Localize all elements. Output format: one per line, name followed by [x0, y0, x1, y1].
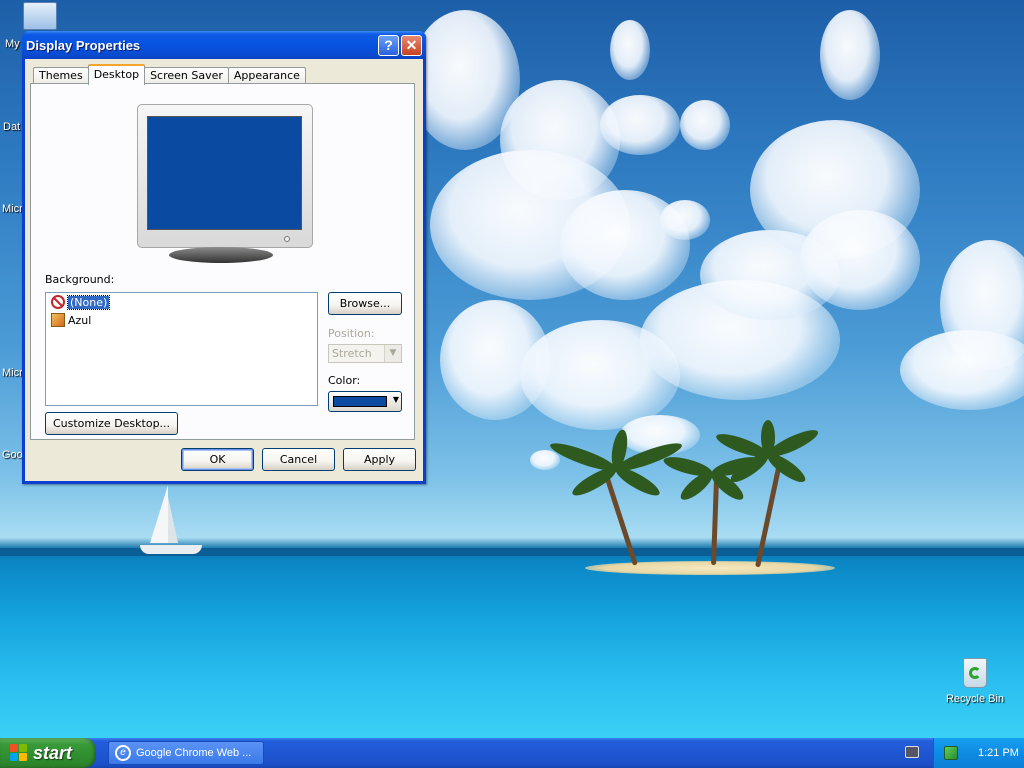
background-label: Background: — [45, 273, 115, 286]
list-item[interactable]: (None) — [51, 294, 111, 310]
close-button[interactable]: ✕ — [401, 34, 422, 56]
cancel-button[interactable]: Cancel — [262, 448, 335, 471]
monitor-power-button — [284, 236, 290, 242]
computer-icon — [23, 2, 57, 30]
tab-desktop[interactable]: Desktop — [87, 64, 146, 85]
preview-screen — [147, 116, 302, 230]
image-file-icon — [51, 313, 65, 327]
list-item[interactable]: Azul — [51, 312, 91, 328]
help-icon: ? — [384, 37, 393, 53]
position-value: Stretch — [332, 347, 372, 360]
close-icon: ✕ — [405, 36, 418, 53]
system-tray: 1:21 PM — [933, 738, 1024, 768]
list-item-label: Azul — [68, 313, 92, 327]
network-icon[interactable] — [944, 746, 958, 760]
taskbar-item-chrome[interactable]: e Google Chrome Web ... — [108, 741, 264, 765]
title-bar[interactable]: Display Properties ? ✕ — [22, 31, 426, 59]
desktop-icon-label: Micr — [2, 367, 23, 379]
start-button[interactable]: start — [0, 738, 96, 768]
tab-strip: Themes Desktop Screen Saver Appearance — [33, 63, 306, 85]
windows-logo-icon — [10, 744, 28, 762]
monitor-preview — [137, 104, 313, 248]
taskbar: start e Google Chrome Web ... 1:21 PM — [0, 738, 1024, 768]
chevron-down-icon: ▼ — [384, 345, 401, 362]
start-label: start — [33, 742, 73, 763]
desktop-icon-label: My — [5, 38, 20, 50]
window-title: Display Properties — [26, 37, 141, 53]
desktop-icon-microsoft-1[interactable]: Micr — [2, 203, 23, 215]
desktop-icon-label: Micr — [2, 203, 23, 215]
recycle-bin-icon — [963, 658, 987, 688]
desktop-icon-google[interactable]: Goo — [2, 449, 23, 461]
chevron-down-icon: ▼ — [392, 395, 399, 404]
background-list[interactable]: (None) Azul — [45, 292, 318, 406]
keyboard-icon[interactable] — [905, 746, 919, 758]
desktop-icon-data[interactable]: Dat — [3, 121, 20, 133]
apply-button[interactable]: Apply — [343, 448, 416, 471]
color-swatch — [333, 396, 387, 407]
monitor-stand — [169, 247, 273, 263]
browser-icon: e — [115, 745, 131, 761]
color-picker-button[interactable]: ▼ — [328, 391, 402, 412]
help-button[interactable]: ? — [378, 34, 399, 56]
dialog-client: Themes Desktop Screen Saver Appearance B… — [25, 59, 423, 481]
desktop-icon-recycle-bin[interactable]: Recycle Bin — [944, 658, 1006, 705]
color-label: Color: — [328, 374, 361, 387]
none-icon — [51, 295, 65, 309]
taskbar-item-label: Google Chrome Web ... — [136, 747, 252, 759]
tab-panel-desktop: Background: (None) Azul Browse... Positi… — [30, 83, 415, 440]
ok-button[interactable]: OK — [181, 448, 254, 471]
display-properties-window: Display Properties ? ✕ Themes Desktop Sc… — [22, 31, 426, 484]
customize-desktop-button[interactable]: Customize Desktop... — [45, 412, 178, 435]
list-item-label: (None) — [66, 294, 111, 310]
browse-button[interactable]: Browse... — [328, 292, 402, 315]
desktop-icon-label: Goo — [2, 449, 23, 461]
desktop-icon-microsoft-2[interactable]: Micr — [2, 367, 23, 379]
position-select[interactable]: Stretch ▼ — [328, 344, 402, 363]
desktop-icon-label: Dat — [3, 121, 21, 133]
position-label: Position: — [328, 327, 375, 340]
desktop-icon-label: Recycle Bin — [945, 693, 1005, 705]
clock[interactable]: 1:21 PM — [978, 747, 1019, 759]
